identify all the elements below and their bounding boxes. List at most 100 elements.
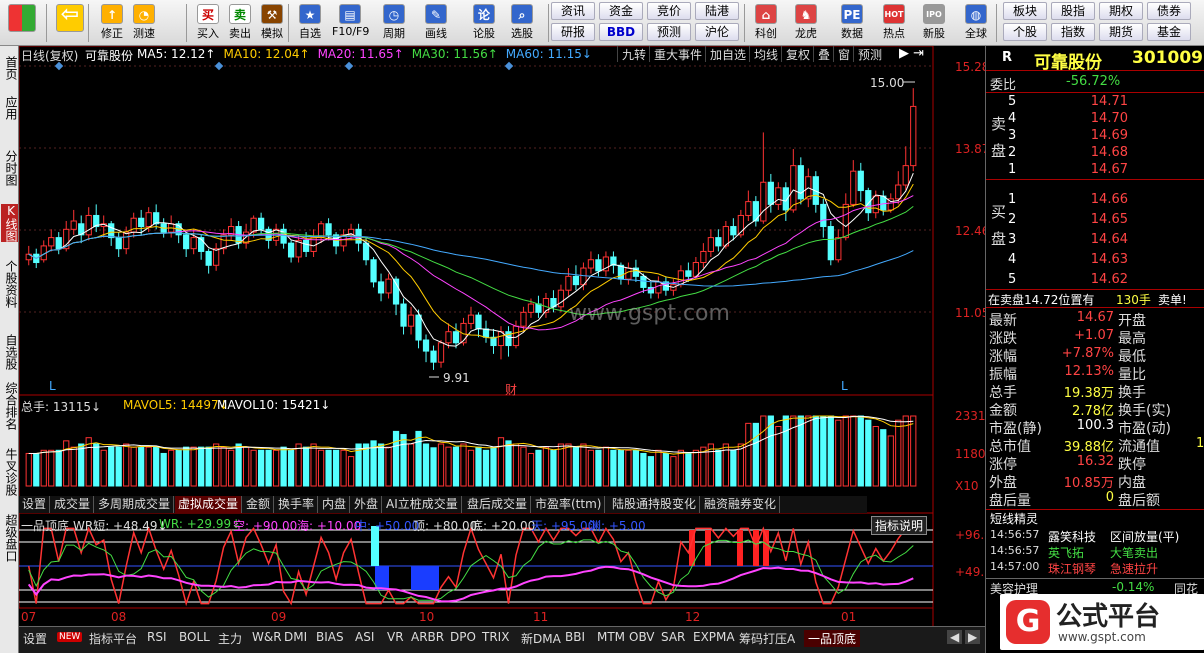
- indicator-tab[interactable]: 新DMA: [521, 630, 561, 647]
- market-btn-0[interactable]: 板块: [1003, 2, 1047, 20]
- indicator-tab[interactable]: BOLL: [179, 630, 210, 644]
- sell-price[interactable]: 14.70: [1072, 111, 1128, 126]
- left-tab-5[interactable]: 自选股: [1, 334, 18, 370]
- toolbar-kechuang-button[interactable]: ⌂ 科创: [748, 2, 784, 44]
- market-btn-1[interactable]: 股指: [1051, 2, 1095, 20]
- market-btn-3[interactable]: 债券: [1147, 2, 1191, 20]
- volume-tab[interactable]: 内盘: [319, 496, 351, 513]
- left-tab-7[interactable]: 牛叉诊股: [1, 448, 18, 496]
- scroll-left-icon[interactable]: ◀: [947, 630, 963, 644]
- indicator-help-button[interactable]: 指标说明: [871, 516, 928, 535]
- indicator-tab[interactable]: 一品顶底: [804, 630, 861, 647]
- volume-tab[interactable]: 外盘: [351, 496, 383, 513]
- toolbar-buy-button[interactable]: 买买入: [190, 2, 226, 44]
- toolbar-hot-button[interactable]: HOT 热点: [876, 2, 912, 44]
- chart-menu-item[interactable]: 叠: [813, 46, 834, 62]
- indicator-tab[interactable]: TRIX: [482, 630, 509, 644]
- chart-menu-item[interactable]: 重大事件: [649, 46, 706, 62]
- toolbar-select-stock-button[interactable]: ⌕ 选股: [504, 2, 540, 44]
- volume-tab[interactable]: 多周期成交量: [95, 496, 175, 513]
- volume-tab[interactable]: 金额: [243, 496, 275, 513]
- toolbar-btn-1[interactable]: 资金: [599, 2, 643, 20]
- volume-tab[interactable]: 陆股通持股变化: [609, 496, 701, 513]
- left-tab-0[interactable]: 首页: [1, 56, 18, 80]
- left-tab-6[interactable]: 综合排名: [1, 382, 18, 430]
- buy-price[interactable]: 14.62: [1072, 272, 1128, 287]
- sprite-stock[interactable]: 英飞拓: [1048, 544, 1084, 561]
- indicator-tab[interactable]: ASI: [355, 630, 374, 644]
- indicator-tab[interactable]: DPO: [450, 630, 476, 644]
- buy-price[interactable]: 14.64: [1072, 232, 1128, 247]
- toolbar-pencil-button[interactable]: ✎ 画线: [418, 2, 454, 44]
- indicator-tab[interactable]: 指标平台: [89, 630, 137, 647]
- buy-price[interactable]: 14.63: [1072, 252, 1128, 267]
- toolbar-arrow-up-button[interactable]: ↑ 修正: [94, 2, 130, 44]
- toolbar-globe-button[interactable]: ◍ 全球: [958, 2, 994, 44]
- market-btn-5[interactable]: 指数: [1051, 23, 1095, 41]
- indicator-tab[interactable]: RSI: [147, 630, 167, 644]
- chart-menu-item[interactable]: 九转: [617, 46, 650, 62]
- indicator-tab[interactable]: EXPMA: [693, 630, 735, 644]
- chart-canvas[interactable]: [19, 46, 985, 626]
- nav-arrow-icon[interactable]: ▶ ⇥: [899, 46, 924, 61]
- indicator-tab[interactable]: BIAS: [316, 630, 344, 644]
- indicator-tab[interactable]: NEW: [57, 632, 83, 642]
- volume-tab[interactable]: 设置: [19, 496, 51, 513]
- left-tab-3[interactable]: K线图: [1, 204, 18, 242]
- sprite-stock[interactable]: 珠江钢琴: [1048, 560, 1096, 577]
- toolbar-sell-button[interactable]: 卖卖出: [222, 2, 258, 44]
- chart-menu-item[interactable]: 复权: [781, 46, 814, 62]
- indicator-tab[interactable]: 主力: [218, 630, 242, 647]
- indicator-tab[interactable]: 设置: [23, 630, 47, 647]
- chart-menu-item[interactable]: 预测: [853, 46, 886, 62]
- toolbar-ipo-button[interactable]: IPO 新股: [916, 2, 952, 44]
- volume-tab[interactable]: 盘后成交量: [464, 496, 532, 513]
- volume-tab[interactable]: 成交量: [51, 496, 95, 513]
- toolbar-dragon-tiger-button[interactable]: ♞ 龙虎: [788, 2, 824, 44]
- toolbar-back-arrow-button[interactable]: ⇦: [52, 2, 88, 44]
- market-btn-2[interactable]: 期权: [1099, 2, 1143, 20]
- toolbar-f10-button[interactable]: ▤ F10/F9: [332, 2, 369, 44]
- indicator-tab[interactable]: SAR: [661, 630, 685, 644]
- sell-price[interactable]: 14.69: [1072, 128, 1128, 143]
- toolbar-btn-6[interactable]: 预测: [647, 23, 691, 41]
- sell-price[interactable]: 14.68: [1072, 145, 1128, 160]
- chart-menu-item[interactable]: 加自选: [705, 46, 750, 62]
- toolbar-btn-5[interactable]: BBD: [599, 23, 643, 41]
- sell-price[interactable]: 14.67: [1072, 162, 1128, 177]
- kline-chart-area[interactable]: 日线(复权) 可靠股份 MA5: 12.12↑ MA10: 12.04↑ MA20:…: [19, 46, 999, 626]
- indicator-tab[interactable]: OBV: [629, 630, 655, 644]
- toolbar-btn-0[interactable]: 资讯: [551, 2, 595, 20]
- toolbar-star-button[interactable]: ★ 自选: [292, 2, 328, 44]
- toolbar-btn-7[interactable]: 沪伦: [695, 23, 739, 41]
- toolbar-clock-button[interactable]: ◔ 测速: [126, 2, 162, 44]
- indicator-tab[interactable]: BBI: [565, 630, 585, 644]
- left-tab-8[interactable]: 超级盘口: [1, 514, 18, 562]
- toolbar-discuss-button[interactable]: 论论股: [466, 2, 502, 44]
- market-btn-7[interactable]: 基金: [1147, 23, 1191, 41]
- volume-tab[interactable]: 市盈率(ttm): [532, 496, 606, 513]
- volume-tab[interactable]: 虚拟成交量: [175, 496, 243, 513]
- indicator-tab[interactable]: W&R: [252, 630, 282, 644]
- chart-menu-item[interactable]: 均线: [749, 46, 782, 62]
- buy-price[interactable]: 14.65: [1072, 212, 1128, 227]
- indicator-tab[interactable]: VR: [387, 630, 404, 644]
- left-tab-4[interactable]: 个股资料: [1, 260, 18, 308]
- left-tab-1[interactable]: 应用: [1, 96, 18, 120]
- toolbar-btn-4[interactable]: 研报: [551, 23, 595, 41]
- toolbar-period-button[interactable]: ◷ 周期: [376, 2, 412, 44]
- toolbar-hammer-button[interactable]: ⚒ 模拟: [254, 2, 290, 44]
- toolbar-windows-button[interactable]: [4, 2, 40, 44]
- sell-price[interactable]: 14.71: [1072, 94, 1128, 109]
- indicator-tab[interactable]: MTM: [597, 630, 625, 644]
- market-btn-6[interactable]: 期货: [1099, 23, 1143, 41]
- buy-price[interactable]: 14.66: [1072, 192, 1128, 207]
- toolbar-btn-2[interactable]: 竞价: [647, 2, 691, 20]
- chart-menu-item[interactable]: 窗: [833, 46, 854, 62]
- indicator-tab[interactable]: ARBR: [411, 630, 444, 644]
- market-btn-4[interactable]: 个股: [1003, 23, 1047, 41]
- volume-tab[interactable]: 换手率: [275, 496, 319, 513]
- toolbar-btn-3[interactable]: 陆港: [695, 2, 739, 20]
- left-tab-2[interactable]: 分时图: [1, 150, 18, 186]
- indicator-tab[interactable]: DMI: [284, 630, 307, 644]
